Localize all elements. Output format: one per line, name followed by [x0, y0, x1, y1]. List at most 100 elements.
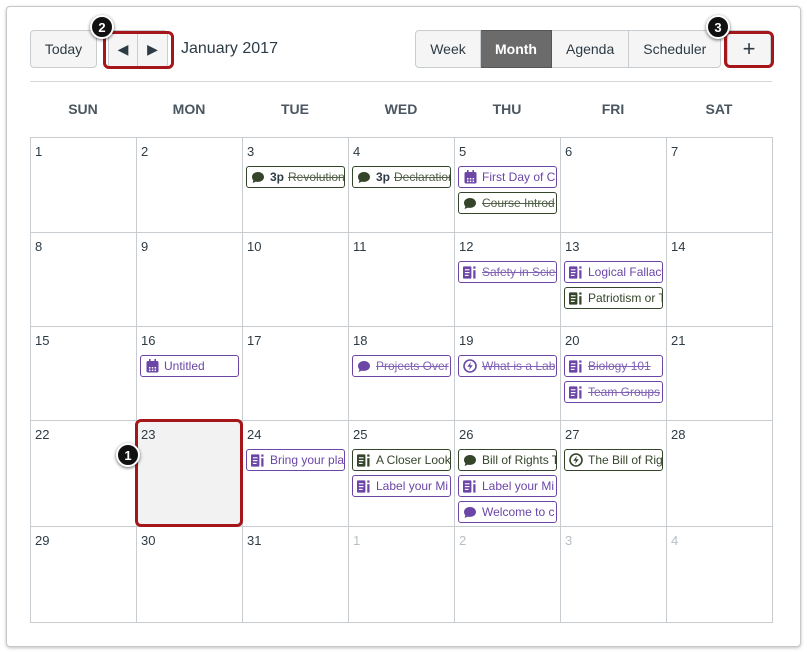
assignment-icon: [463, 479, 477, 493]
assignment-icon: [463, 265, 477, 279]
event-title: Bill of Rights T: [482, 453, 556, 467]
day-cell[interactable]: 30: [137, 527, 243, 623]
day-cell[interactable]: 19 What is a Lab: [455, 327, 561, 421]
weekday-header-thu: THU: [492, 101, 522, 117]
day-number: 26: [459, 427, 474, 442]
day-number: 7: [671, 144, 679, 159]
day-number: 20: [565, 333, 580, 348]
week-row: 22 23 24 Bring your pla 25 A Closer Look Label…: [31, 421, 773, 527]
tab-scheduler[interactable]: Scheduler: [629, 30, 722, 68]
calendar-event[interactable]: Label your Mi: [458, 475, 557, 497]
triangle-right-icon: ▶: [147, 40, 158, 57]
calendar-event[interactable]: The Bill of Rig: [564, 449, 663, 471]
event-title: Label your Mi: [482, 479, 555, 493]
previous-month-button[interactable]: ◀: [108, 30, 138, 68]
day-number: 23: [141, 427, 156, 442]
day-cell[interactable]: 4 3p Declaration: [349, 138, 455, 233]
day-cell[interactable]: 7: [667, 138, 773, 233]
calendar-event[interactable]: A Closer Look: [352, 449, 451, 471]
day-cell[interactable]: 27 The Bill of Rig: [561, 421, 667, 527]
plus-icon: +: [742, 36, 756, 61]
tab-month[interactable]: Month: [481, 30, 552, 68]
day-cell[interactable]: 15: [31, 327, 137, 421]
day-cell[interactable]: 12 Safety in Scien: [455, 233, 561, 327]
day-number: 8: [35, 239, 43, 254]
triangle-left-icon: ◀: [117, 40, 129, 57]
calendar-event[interactable]: Label your Mi: [352, 475, 451, 497]
day-number: 1: [35, 144, 43, 159]
day-cell[interactable]: 13 Logical Fallacy Patriotism or T: [561, 233, 667, 327]
calendar-event[interactable]: Projects Over: [352, 355, 451, 377]
divider: [30, 81, 772, 82]
day-number: 6: [565, 144, 573, 159]
day-cell[interactable]: 25 A Closer Look Label your Mi: [349, 421, 455, 527]
day-cell[interactable]: 4: [667, 527, 773, 623]
day-cell[interactable]: 29: [31, 527, 137, 623]
day-cell[interactable]: 1: [349, 527, 455, 623]
day-cell[interactable]: 17: [243, 327, 349, 421]
callout-badge-2: 2: [90, 15, 114, 39]
day-cell[interactable]: 24 Bring your pla: [243, 421, 349, 527]
day-cell[interactable]: 10: [243, 233, 349, 327]
day-cell[interactable]: 16 Untitled: [137, 327, 243, 421]
weekday-header-fri: FRI: [601, 101, 625, 117]
next-month-button[interactable]: ▶: [138, 30, 168, 68]
event-title: What is a Lab: [482, 359, 556, 373]
quiz-icon: [463, 359, 477, 373]
event-title: Course Introd: [482, 196, 555, 210]
day-cell[interactable]: 28: [667, 421, 773, 527]
day-cell[interactable]: 2: [137, 138, 243, 233]
assignment-icon: [357, 453, 371, 467]
calendar-event[interactable]: What is a Lab: [458, 355, 557, 377]
week-row: 1 2 3 3p Revolution 4 3p Declaration 5 First Day …: [31, 138, 773, 233]
calendar-event[interactable]: Bring your pla: [246, 449, 345, 471]
weekday-header-wed: WED: [384, 101, 418, 117]
calendar-icon: [463, 170, 477, 184]
event-title: Welcome to c: [482, 505, 555, 519]
calendar-event[interactable]: Patriotism or T: [564, 287, 663, 309]
calendar-event[interactable]: First Day of C: [458, 166, 557, 188]
calendar-event[interactable]: Bill of Rights T: [458, 449, 557, 471]
day-number: 27: [565, 427, 580, 442]
today-button[interactable]: Today: [30, 30, 97, 68]
week-row: 29 30 31 1 2 3 4: [31, 527, 773, 623]
day-cell[interactable]: 22: [31, 421, 137, 527]
day-cell[interactable]: 5 First Day of C Course Introd: [455, 138, 561, 233]
day-cell[interactable]: 14: [667, 233, 773, 327]
day-cell[interactable]: 1: [31, 138, 137, 233]
day-cell[interactable]: 9: [137, 233, 243, 327]
day-cell[interactable]: 6: [561, 138, 667, 233]
day-cell[interactable]: 18 Projects Over: [349, 327, 455, 421]
assignment-icon: [569, 359, 583, 373]
calendar-event[interactable]: Safety in Scien: [458, 261, 557, 283]
event-title: Biology 101: [588, 359, 651, 373]
day-cell[interactable]: 3 3p Revolution: [243, 138, 349, 233]
day-cell[interactable]: 3: [561, 527, 667, 623]
day-cell[interactable]: 8: [31, 233, 137, 327]
calendar-event[interactable]: 3p Revolution: [246, 166, 345, 188]
calendar-event[interactable]: Logical Fallacy: [564, 261, 663, 283]
calendar-event[interactable]: Biology 101: [564, 355, 663, 377]
event-title: Bring your pla: [270, 453, 344, 467]
day-number: 10: [247, 239, 262, 254]
day-cell[interactable]: 31: [243, 527, 349, 623]
day-number: 17: [247, 333, 262, 348]
calendar-event[interactable]: Untitled: [140, 355, 239, 377]
day-cell[interactable]: 20 Biology 101 Team Groups: [561, 327, 667, 421]
day-cell[interactable]: 23: [137, 421, 243, 527]
calendar-event[interactable]: Course Introd: [458, 192, 557, 214]
calendar-event[interactable]: 3p Declaration: [352, 166, 451, 188]
day-cell[interactable]: 26 Bill of Rights T Label your Mi Welcome t…: [455, 421, 561, 527]
day-cell[interactable]: 2: [455, 527, 561, 623]
event-title: Revolution: [288, 170, 344, 184]
day-number: 4: [671, 533, 679, 548]
tab-week[interactable]: Week: [415, 30, 481, 68]
calendar-event[interactable]: Welcome to c: [458, 501, 557, 523]
event-title: Label your Mi: [376, 479, 449, 493]
day-cell[interactable]: 11: [349, 233, 455, 327]
day-number: 2: [459, 533, 467, 548]
calendar-event[interactable]: Team Groups: [564, 381, 663, 403]
add-event-button[interactable]: +: [727, 30, 771, 68]
day-cell[interactable]: 21: [667, 327, 773, 421]
tab-agenda[interactable]: Agenda: [551, 30, 630, 68]
